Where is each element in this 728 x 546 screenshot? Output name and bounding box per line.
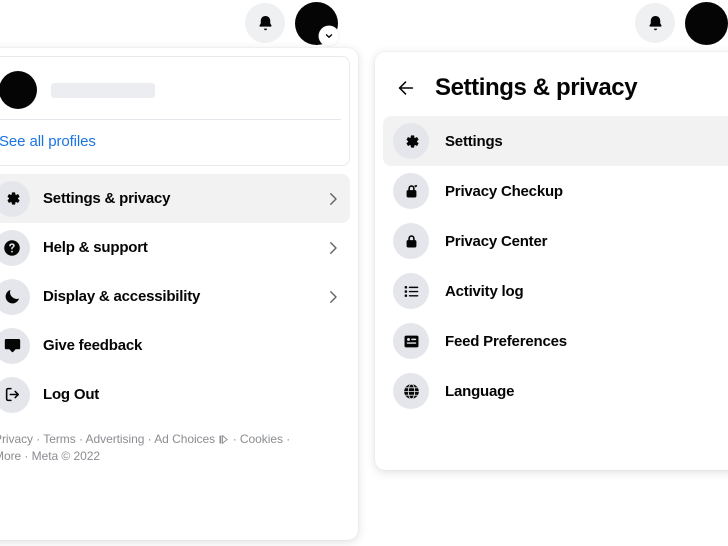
menu-item-label: Help & support bbox=[43, 239, 148, 256]
see-all-profiles-link[interactable]: See all profiles bbox=[0, 120, 339, 161]
settings-item-label: Language bbox=[445, 382, 515, 400]
account-menu-button[interactable] bbox=[295, 1, 339, 46]
notifications-button[interactable] bbox=[245, 3, 285, 43]
panel-header: Settings & privacy bbox=[383, 60, 728, 116]
settings-item-feed-preferences[interactable]: Feed Preferences bbox=[383, 316, 728, 366]
lock-icon bbox=[393, 223, 429, 259]
settings-item-privacy-center[interactable]: Privacy Center bbox=[383, 216, 728, 266]
bell-icon bbox=[258, 15, 272, 30]
bell-icon bbox=[648, 15, 662, 30]
notifications-button-right[interactable] bbox=[635, 3, 675, 43]
chevron-right-icon bbox=[330, 192, 337, 205]
menu-item-label: Display & accessibility bbox=[43, 288, 201, 305]
moon-icon bbox=[0, 278, 30, 315]
menu-item-label: Log Out bbox=[43, 386, 100, 403]
menu-item-help-support[interactable]: Help & support bbox=[0, 223, 350, 272]
settings-item-settings[interactable]: Settings bbox=[383, 116, 728, 166]
lock-heart-icon bbox=[393, 173, 429, 209]
settings-item-label: Privacy Checkup bbox=[445, 182, 563, 200]
profile-row[interactable] bbox=[0, 65, 339, 119]
feedback-icon bbox=[0, 327, 30, 364]
account-avatar bbox=[685, 1, 728, 45]
settings-item-privacy-checkup[interactable]: Privacy Checkup bbox=[383, 166, 728, 216]
settings-item-label: Feed Preferences bbox=[445, 332, 567, 350]
footer-line-2[interactable]: More · Meta © 2022 bbox=[0, 448, 342, 465]
ad-choices-icon bbox=[219, 434, 229, 445]
globe-icon bbox=[393, 373, 429, 409]
gear-icon bbox=[393, 123, 429, 159]
topbar-right bbox=[372, 0, 728, 46]
page-title: Settings & privacy bbox=[435, 74, 638, 101]
settings-item-language[interactable]: Language bbox=[383, 366, 728, 416]
account-badge bbox=[319, 25, 339, 46]
menu-item-give-feedback[interactable]: Give feedback bbox=[0, 321, 350, 370]
chevron-right-icon bbox=[330, 290, 337, 303]
menu-item-label: Settings & privacy bbox=[43, 190, 171, 207]
menu-item-display-accessibility[interactable]: Display & accessibility bbox=[0, 272, 350, 321]
profile-name-redacted bbox=[51, 82, 155, 98]
feed-preferences-icon bbox=[393, 323, 429, 359]
profile-avatar bbox=[0, 71, 37, 109]
chevron-down-icon bbox=[325, 33, 333, 38]
footer-legal-links: Privacy · Terms · Advertising · Ad Choic… bbox=[0, 419, 350, 465]
menu-item-settings-privacy[interactable]: Settings & privacy bbox=[0, 174, 350, 223]
footer-line-1-tail[interactable]: · Cookies · bbox=[233, 432, 291, 446]
settings-item-label: Activity log bbox=[445, 282, 524, 300]
settings-item-activity-log[interactable]: Activity log bbox=[383, 266, 728, 316]
chevron-right-icon bbox=[330, 241, 337, 254]
list-icon bbox=[393, 273, 429, 309]
menu-item-label: Give feedback bbox=[43, 337, 143, 354]
footer-line-1[interactable]: Privacy · Terms · Advertising · Ad Choic… bbox=[0, 432, 215, 446]
account-menu-panel: See all profiles Settings & privacy Help… bbox=[0, 48, 358, 540]
menu-item-log-out[interactable]: Log Out bbox=[0, 370, 350, 419]
profile-card[interactable]: See all profiles bbox=[0, 56, 350, 166]
settings-item-label: Privacy Center bbox=[445, 232, 548, 250]
question-mark-icon bbox=[0, 229, 30, 266]
settings-item-label: Settings bbox=[445, 132, 503, 150]
logout-icon bbox=[0, 376, 30, 413]
gear-icon bbox=[0, 180, 30, 217]
settings-privacy-panel: Settings & privacy Settings Privacy Chec… bbox=[375, 52, 728, 470]
account-menu-button-right[interactable] bbox=[685, 1, 728, 45]
topbar-left bbox=[0, 0, 358, 46]
back-arrow-icon[interactable] bbox=[395, 77, 417, 99]
